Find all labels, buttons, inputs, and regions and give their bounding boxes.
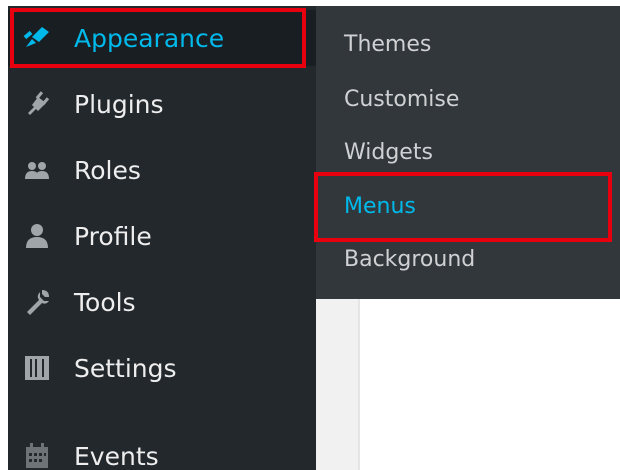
sidebar-item-label: Profile [74, 221, 152, 251]
submenu-item-widgets[interactable]: Widgets [316, 132, 620, 172]
calendar-icon [20, 439, 54, 470]
wrench-icon [20, 285, 54, 319]
submenu-item-label: Widgets [344, 139, 433, 165]
submenu-item-customise[interactable]: Customise [316, 79, 620, 119]
paintbrush-icon [20, 21, 54, 55]
sidebar-item-events[interactable]: Events [8, 428, 316, 470]
submenu-item-label: Customise [344, 86, 460, 112]
admin-sidebar: Appearance Plugins Roles Profile Tools S… [8, 6, 316, 470]
users-icon [20, 153, 54, 187]
submenu-item-themes[interactable]: Themes [316, 24, 620, 64]
wp-admin-screenshot: Appearance Plugins Roles Profile Tools S… [0, 0, 620, 470]
sidebar-item-tools[interactable]: Tools [8, 274, 316, 330]
sidebar-item-label: Appearance [74, 23, 225, 53]
sidebar-item-profile[interactable]: Profile [8, 208, 316, 264]
submenu-item-label: Background [344, 246, 476, 272]
sidebar-item-label: Roles [74, 155, 141, 185]
submenu-item-menus[interactable]: Menus [316, 186, 620, 226]
submenu-item-label: Menus [344, 193, 416, 219]
content-divider [358, 299, 360, 470]
sidebar-item-label: Tools [74, 287, 136, 317]
sidebar-item-label: Plugins [74, 89, 164, 119]
plug-icon [20, 87, 54, 121]
submenu-item-background[interactable]: Background [316, 239, 620, 279]
sidebar-item-label: Settings [74, 353, 177, 383]
sidebar-item-label: Events [74, 441, 159, 470]
sidebar-item-settings[interactable]: Settings [8, 340, 316, 396]
appearance-submenu: Themes Customise Widgets Menus Backgroun… [316, 6, 620, 299]
sidebar-item-roles[interactable]: Roles [8, 142, 316, 198]
sidebar-item-plugins[interactable]: Plugins [8, 76, 316, 132]
content-area-edge [316, 299, 358, 470]
sliders-icon [20, 351, 54, 385]
user-icon [20, 219, 54, 253]
sidebar-item-appearance[interactable]: Appearance [8, 10, 316, 66]
submenu-item-label: Themes [344, 31, 432, 57]
